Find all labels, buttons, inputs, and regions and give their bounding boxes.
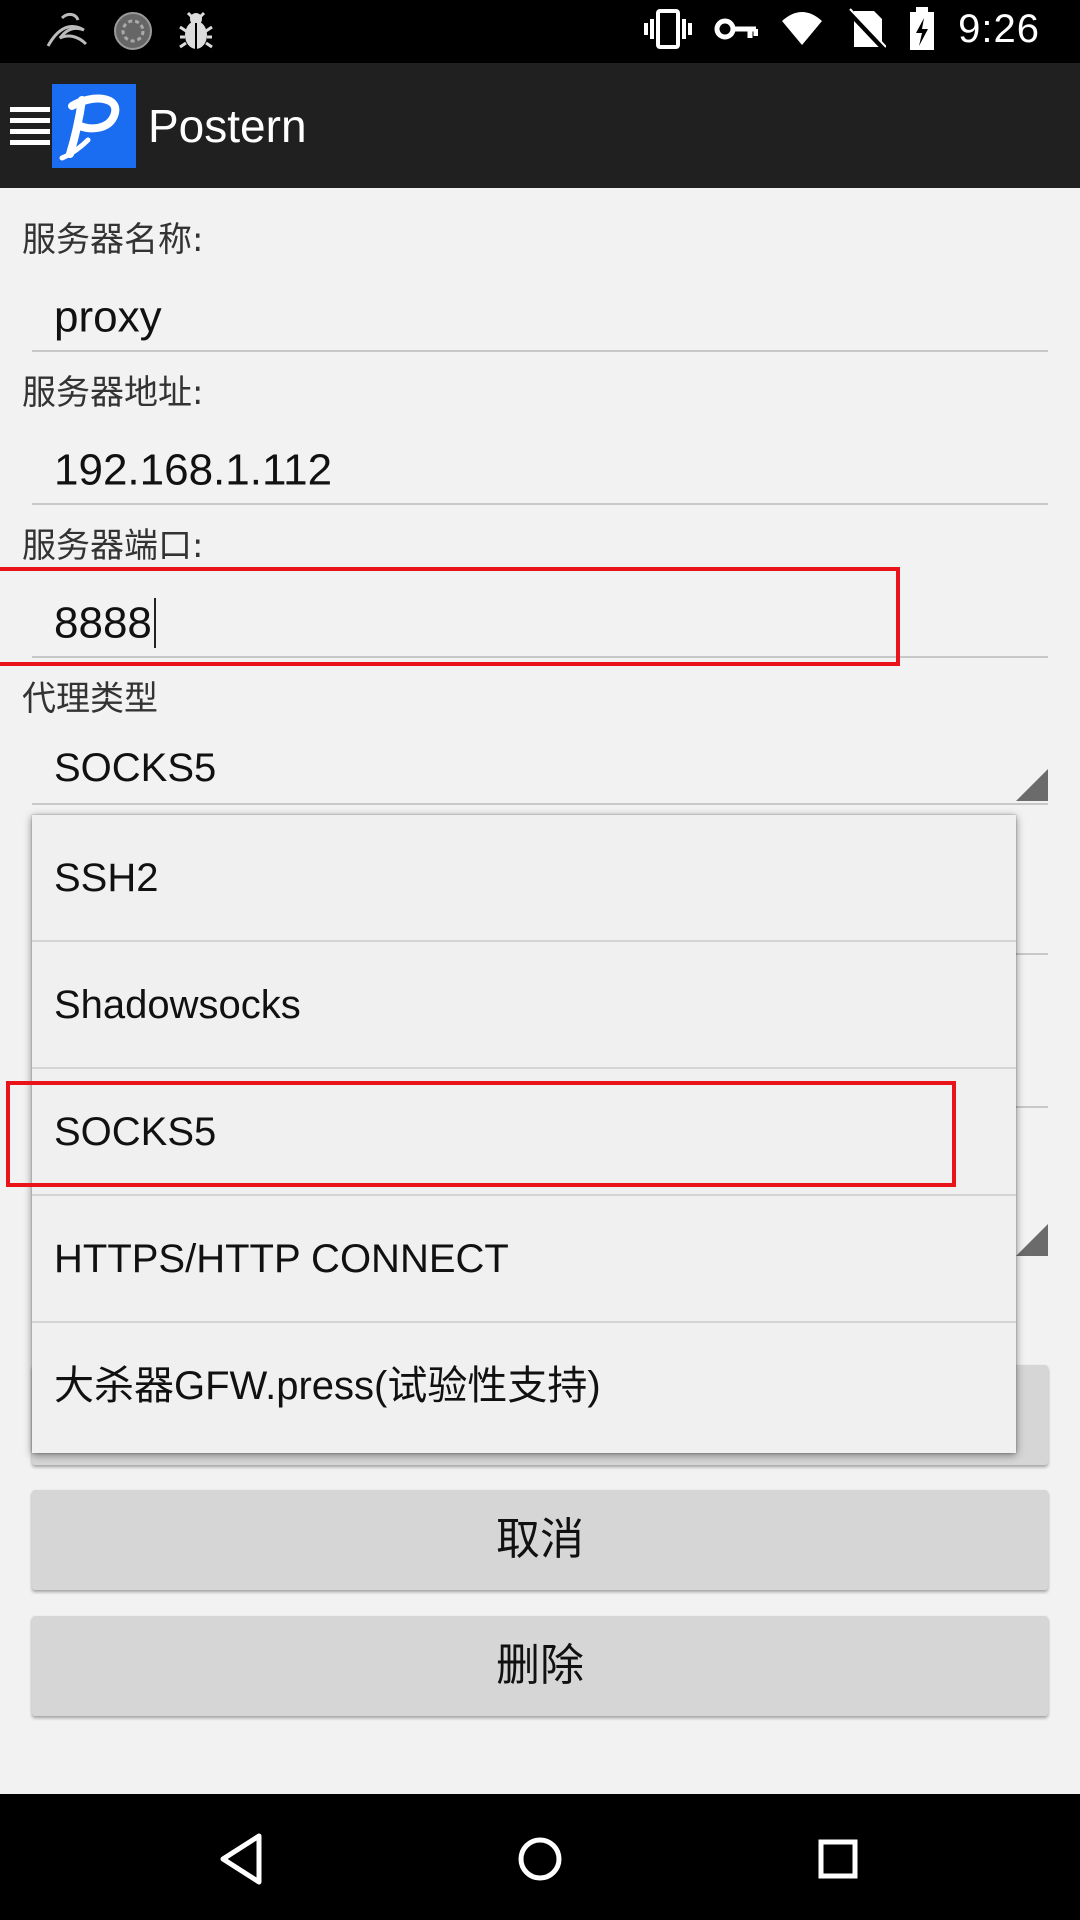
proxy-type-value: SOCKS5 xyxy=(54,746,217,790)
wifi-icon xyxy=(782,12,823,45)
delete-button[interactable]: 删除 xyxy=(32,1616,1048,1716)
status-time: 9:26 xyxy=(958,6,1040,51)
server-address-label: 服务器地址: xyxy=(22,373,204,413)
cancel-button[interactable]: 取消 xyxy=(32,1490,1048,1590)
server-port-label: 服务器端口: xyxy=(22,526,204,566)
sync-circle-icon xyxy=(114,12,152,50)
hidden-spinner-arrow-icon xyxy=(1016,1224,1048,1256)
dropdown-option-https-connect[interactable]: HTTPS/HTTP CONNECT xyxy=(32,1196,1016,1323)
server-name-label: 服务器名称: xyxy=(22,220,204,260)
server-name-value: proxy xyxy=(54,292,162,342)
server-name-input[interactable]: proxy xyxy=(32,278,1048,352)
app-bar: Postern xyxy=(0,63,1080,188)
server-address-input[interactable]: 192.168.1.112 xyxy=(32,431,1048,505)
annotation-box-port xyxy=(0,567,900,666)
battery-charging-icon xyxy=(910,7,935,50)
spinner-arrow-icon xyxy=(1016,769,1048,801)
home-icon[interactable] xyxy=(505,1824,575,1894)
server-address-value: 192.168.1.112 xyxy=(54,445,333,495)
annotation-box-socks5 xyxy=(6,1081,956,1187)
proxy-type-spinner[interactable]: SOCKS5 xyxy=(32,731,1048,805)
bug-icon xyxy=(179,11,213,49)
kali-dragon-icon xyxy=(46,12,88,47)
postern-logo-icon xyxy=(52,84,136,168)
hamburger-menu-icon[interactable] xyxy=(10,107,50,145)
dropdown-option-ssh2[interactable]: SSH2 xyxy=(32,815,1016,942)
vpn-key-icon xyxy=(714,18,759,40)
proxy-type-label: 代理类型 xyxy=(22,679,158,719)
no-sim-icon xyxy=(846,8,887,51)
navigation-bar xyxy=(0,1794,1080,1920)
back-icon[interactable] xyxy=(207,1824,277,1894)
app-title: Postern xyxy=(148,100,307,152)
dropdown-option-gfw-press[interactable]: 大杀器GFW.press(试验性支持) xyxy=(32,1323,1016,1450)
status-bar: 9:26 xyxy=(0,0,1080,63)
vibrate-icon xyxy=(644,9,693,49)
recents-icon[interactable] xyxy=(803,1824,873,1894)
dropdown-option-shadowsocks[interactable]: Shadowsocks xyxy=(32,942,1016,1069)
